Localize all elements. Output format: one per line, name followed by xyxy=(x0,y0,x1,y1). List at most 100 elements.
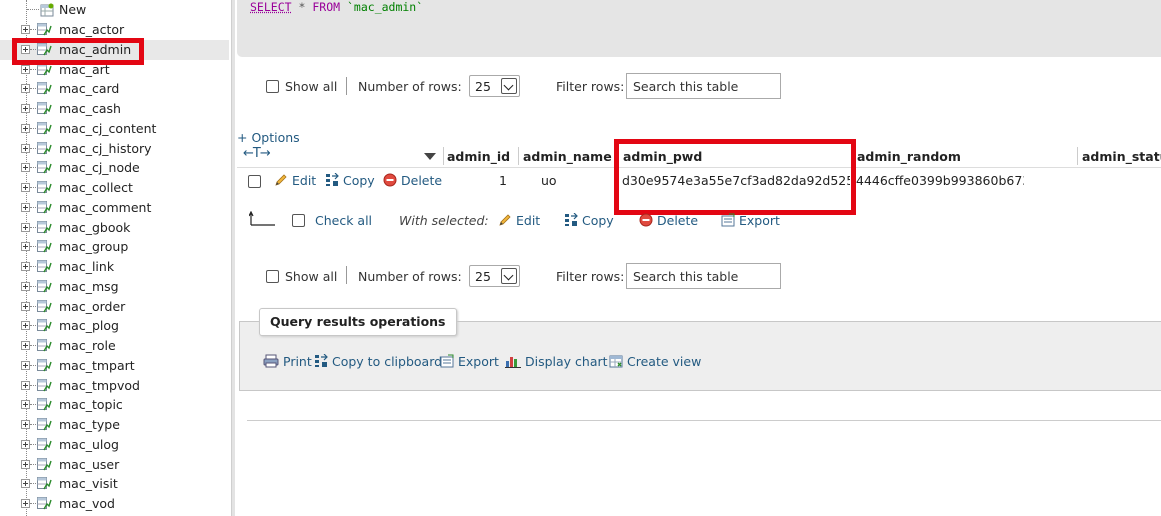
sidebar-item-mac-group[interactable]: mac_group xyxy=(0,237,229,257)
sidebar-item-mac-order[interactable]: mac_order xyxy=(0,297,229,317)
sidebar-item-mac-ulog[interactable]: mac_ulog xyxy=(0,435,229,455)
cell-admin-id[interactable]: 1 xyxy=(499,173,507,188)
table-icon xyxy=(37,63,52,76)
sidebar-item-mac-msg[interactable]: mac_msg xyxy=(0,277,229,297)
expand-icon[interactable] xyxy=(21,460,30,469)
create-view-button[interactable]: Create view xyxy=(609,354,701,369)
column-header-admin-random[interactable]: admin_random xyxy=(857,149,961,164)
sidebar-item-mac-visit[interactable]: mac_visit xyxy=(0,474,229,494)
expand-icon[interactable] xyxy=(21,282,30,291)
check-all-checkbox[interactable] xyxy=(292,214,305,227)
sidebar-item-mac-comment[interactable]: mac_comment xyxy=(0,198,229,218)
expand-icon[interactable] xyxy=(21,84,30,93)
expand-icon[interactable] xyxy=(21,302,30,311)
cell-admin-pwd[interactable]: d30e9574e3a55e7cf3ad82da92d5250f xyxy=(622,173,850,188)
expand-icon[interactable] xyxy=(21,361,30,370)
sidebar-item-mac-cj-content[interactable]: mac_cj_content xyxy=(0,119,229,139)
pencil-icon xyxy=(274,173,288,187)
tree-connector xyxy=(30,167,36,168)
sidebar-item-mac-cash[interactable]: mac_cash xyxy=(0,99,229,119)
sidebar-item-mac-card[interactable]: mac_card xyxy=(0,79,229,99)
row-delete-button[interactable]: Delete xyxy=(383,173,442,188)
sidebar-item-mac-collect[interactable]: mac_collect xyxy=(0,178,229,198)
table-icon xyxy=(37,181,52,194)
sidebar-item-mac-admin[interactable]: mac_admin xyxy=(0,40,229,60)
sidebar-item-label: mac_tmpart xyxy=(59,358,135,373)
sidebar-item-mac-cj-history[interactable]: mac_cj_history xyxy=(0,139,229,159)
column-arrows-toggle[interactable]: ←T→ xyxy=(243,146,270,161)
column-header-admin-pwd[interactable]: admin_pwd xyxy=(623,149,702,164)
number-of-rows-select-bottom[interactable]: 25 xyxy=(469,265,520,287)
expand-icon[interactable] xyxy=(21,124,30,133)
expand-icon[interactable] xyxy=(21,400,30,409)
filter-rows-input[interactable] xyxy=(626,73,781,99)
expand-icon[interactable] xyxy=(21,262,30,271)
tree-connector xyxy=(27,9,39,10)
copy-to-clipboard-button[interactable]: Copy to clipboard xyxy=(314,354,442,369)
expand-icon[interactable] xyxy=(21,479,30,488)
display-chart-button[interactable]: Display chart xyxy=(505,354,608,369)
expand-icon[interactable] xyxy=(21,381,30,390)
check-all-label[interactable]: Check all xyxy=(315,213,372,228)
copy-icon xyxy=(325,173,339,187)
expand-icon[interactable] xyxy=(21,163,30,172)
options-link[interactable]: + Options xyxy=(237,130,300,145)
expand-icon[interactable] xyxy=(21,499,30,508)
sidebar-item-mac-actor[interactable]: mac_actor xyxy=(0,20,229,40)
sidebar-item-mac-tmpart[interactable]: mac_tmpart xyxy=(0,356,229,376)
row-checkbox[interactable] xyxy=(248,175,261,188)
table-icon xyxy=(37,122,52,135)
filter-rows-input-bottom[interactable] xyxy=(626,263,781,289)
sql-keyword-select[interactable]: SELECT xyxy=(250,0,292,14)
table-icon xyxy=(37,379,52,392)
sidebar-item-mac-tmpvod[interactable]: mac_tmpvod xyxy=(0,376,229,396)
table-icon xyxy=(37,359,52,372)
with-selected-edit-button[interactable]: Edit xyxy=(498,213,540,228)
column-header-admin-name[interactable]: admin_name xyxy=(523,149,612,164)
nav-resize-handle[interactable] xyxy=(231,0,235,516)
sidebar-item-mac-plog[interactable]: mac_plog xyxy=(0,316,229,336)
show-all-label[interactable]: Show all xyxy=(285,79,337,94)
show-all-checkbox[interactable] xyxy=(266,80,279,93)
expand-icon[interactable] xyxy=(21,104,30,113)
sort-dropdown-icon[interactable] xyxy=(424,153,436,160)
show-all-checkbox-bottom[interactable] xyxy=(266,270,279,283)
expand-icon[interactable] xyxy=(21,45,30,54)
sidebar-item-mac-topic[interactable]: mac_topic xyxy=(0,395,229,415)
cell-admin-random[interactable]: 4446cffe0399b993860b673a6 xyxy=(856,173,1024,188)
sidebar-item-mac-cj-node[interactable]: mac_cj_node xyxy=(0,158,229,178)
expand-icon[interactable] xyxy=(21,65,30,74)
sidebar-item-mac-type[interactable]: mac_type xyxy=(0,415,229,435)
expand-icon[interactable] xyxy=(21,183,30,192)
sidebar-item-mac-vod[interactable]: mac_vod xyxy=(0,494,229,514)
sidebar-item-mac-art[interactable]: mac_art xyxy=(0,60,229,80)
number-of-rows-label: Number of rows: xyxy=(358,79,462,94)
column-header-admin-id[interactable]: admin_id xyxy=(447,149,510,164)
expand-icon[interactable] xyxy=(21,25,30,34)
column-header-admin-status[interactable]: admin_status xyxy=(1082,149,1161,164)
row-copy-button[interactable]: Copy xyxy=(325,173,375,188)
sidebar-item-mac-role[interactable]: mac_role xyxy=(0,336,229,356)
expand-icon[interactable] xyxy=(21,321,30,330)
expand-icon[interactable] xyxy=(21,223,30,232)
expand-icon[interactable] xyxy=(21,420,30,429)
print-button[interactable]: Print xyxy=(263,354,312,369)
expand-icon[interactable] xyxy=(21,341,30,350)
sidebar-item-mac-user[interactable]: mac_user xyxy=(0,455,229,475)
sidebar-item-mac-gbook[interactable]: mac_gbook xyxy=(0,218,229,238)
export-button[interactable]: Export xyxy=(440,354,499,369)
sidebar-item-mac-link[interactable]: mac_link xyxy=(0,257,229,277)
row-edit-button[interactable]: Edit xyxy=(274,173,316,188)
with-selected-delete-button[interactable]: Delete xyxy=(639,213,698,228)
expand-icon[interactable] xyxy=(21,440,30,449)
cell-admin-name[interactable]: uo xyxy=(541,173,557,188)
with-selected-export-button[interactable]: Export xyxy=(721,213,780,228)
expand-icon[interactable] xyxy=(21,242,30,251)
number-of-rows-select[interactable]: 25 xyxy=(469,75,520,97)
tree-item-new[interactable]: New xyxy=(0,0,229,20)
show-all-label-bottom[interactable]: Show all xyxy=(285,269,337,284)
expand-icon[interactable] xyxy=(21,144,30,153)
table-icon xyxy=(37,82,52,95)
with-selected-copy-button[interactable]: Copy xyxy=(564,213,614,228)
expand-icon[interactable] xyxy=(21,203,30,212)
